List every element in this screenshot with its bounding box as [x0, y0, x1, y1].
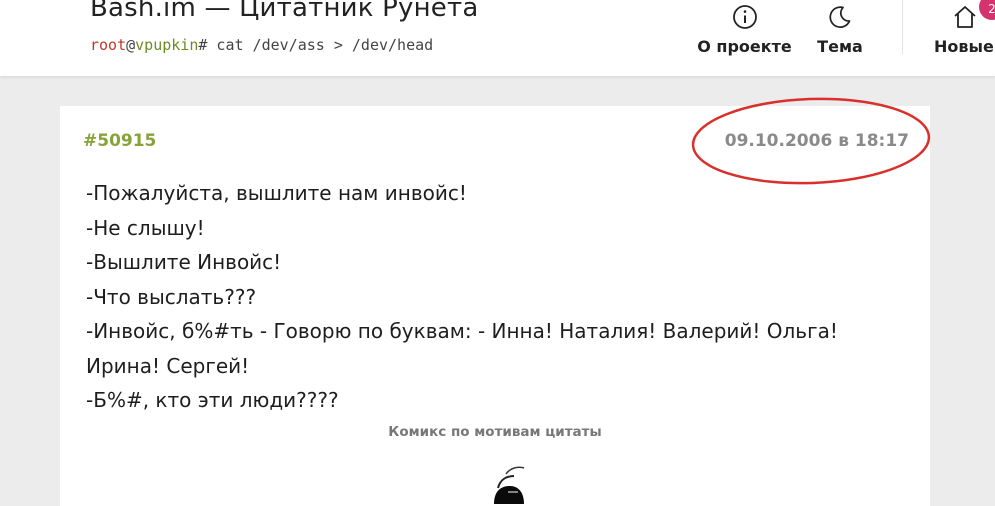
comic-thumbnail[interactable] [488, 462, 528, 506]
prompt-host: vpupkin [135, 36, 199, 54]
quote-id-link[interactable]: #50915 [83, 131, 156, 151]
comics-label: Комикс по мотивам цитаты [388, 424, 602, 440]
terminal-prompt: root@vpupkin# cat /dev/ass > /dev/head [90, 36, 433, 54]
moon-icon [829, 6, 851, 28]
new-quotes-label: Новые [934, 37, 994, 56]
quote-line: Ирина! Сергей! [86, 353, 250, 378]
nav-divider [902, 0, 903, 54]
quote-card: #50915 09.10.2006 в 18:17 -Пожалуйста, в… [60, 106, 930, 506]
quote-body: -Пожалуйста, вышлите нам инвойс! -Не слы… [86, 176, 886, 418]
quote-line: -Не слышу! [86, 215, 205, 240]
quote-line: -Б%#, кто эти люди???? [86, 388, 339, 412]
prompt-at: @ [126, 36, 136, 54]
home-icon [954, 6, 976, 28]
about-button[interactable]: О проекте [697, 0, 792, 76]
theme-button[interactable]: Тема [808, 0, 872, 76]
theme-label: Тема [817, 37, 863, 56]
quote-line: -Инвойс, б%#ть - Говорю по буквам: - Инн… [86, 319, 838, 343]
quote-line: -Вышлите Инвойс! [86, 250, 282, 274]
site-title[interactable]: Bash.im — Цитатник Рунета [90, 0, 478, 23]
prompt-user: root [90, 36, 127, 54]
quote-date: 09.10.2006 в 18:17 [724, 131, 909, 151]
info-icon [732, 5, 757, 29]
quote-line: -Что выслать??? [86, 284, 257, 309]
quote-line: -Пожалуйста, вышлите нам инвойс! [86, 181, 467, 205]
about-label: О проекте [697, 37, 792, 56]
prompt-command: # cat /dev/ass > /dev/head [198, 36, 434, 54]
site-header: Bash.im — Цитатник Рунета root@vpupkin# … [0, 0, 995, 76]
